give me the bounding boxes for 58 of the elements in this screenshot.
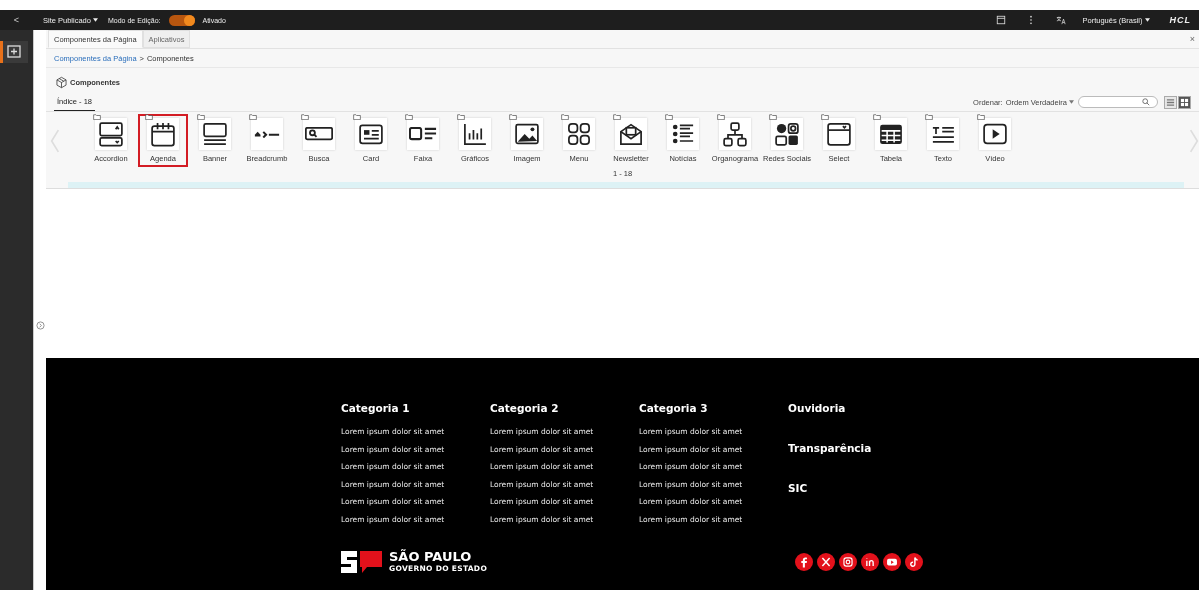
caret-icon — [1144, 18, 1150, 22]
footer-main-link[interactable]: Transparência — [788, 442, 937, 454]
folder-icon — [93, 114, 101, 120]
social-media-icon — [773, 120, 801, 148]
folder-icon — [873, 114, 881, 120]
edit-mode-toggle[interactable] — [168, 14, 195, 26]
folder-icon — [561, 114, 569, 120]
close-button[interactable]: × — [1185, 30, 1199, 48]
strip-icon — [409, 127, 437, 141]
folder-icon — [717, 114, 725, 120]
caret-icon — [1069, 100, 1074, 104]
footer-category-title: Categoria 2 — [490, 402, 560, 414]
footer-category-title: Categoria 3 — [639, 402, 709, 414]
grid-view-button[interactable] — [1178, 95, 1191, 109]
folder-icon — [301, 114, 309, 120]
list-view-button[interactable] — [1164, 95, 1177, 109]
back-button[interactable]: < — [0, 15, 33, 25]
folder-icon — [353, 114, 361, 120]
search-icon — [1142, 98, 1150, 106]
folder-icon — [197, 114, 205, 120]
grid-icon — [565, 120, 593, 148]
folder-icon — [457, 114, 465, 120]
calendar-icon — [149, 120, 177, 148]
banner-icon — [201, 120, 229, 148]
youtube-icon[interactable] — [883, 552, 901, 571]
facebook-icon[interactable] — [795, 552, 813, 571]
expand-icon[interactable] — [35, 320, 45, 330]
folder-icon — [509, 114, 517, 120]
instagram-icon[interactable] — [839, 552, 857, 571]
translate-icon — [1056, 15, 1067, 25]
search-field[interactable] — [1078, 96, 1158, 108]
cube-icon — [55, 76, 68, 89]
folder-icon — [821, 114, 829, 120]
x-icon[interactable] — [817, 552, 835, 571]
search-icon — [305, 127, 333, 141]
calendar-icon[interactable] — [996, 15, 1007, 25]
folder-icon — [769, 114, 777, 120]
accordion-icon — [97, 120, 125, 148]
folder-icon — [405, 114, 413, 120]
org-chart-icon — [721, 120, 749, 148]
folder-icon — [613, 114, 621, 120]
folder-icon — [977, 114, 985, 120]
logo-title: SÃO PAULO — [389, 550, 473, 565]
footer-category-title: Categoria 1 — [341, 402, 411, 414]
folder-icon — [145, 114, 153, 120]
caret-icon — [92, 18, 98, 22]
tiktok-icon[interactable] — [905, 552, 923, 571]
state-logo-icon — [341, 548, 385, 575]
breadcrumb-icon — [253, 129, 281, 139]
folder-icon — [249, 114, 257, 120]
add-panel-icon[interactable] — [0, 41, 28, 63]
linkedin-icon[interactable] — [861, 552, 879, 571]
folder-icon — [665, 114, 673, 120]
folder-icon — [925, 114, 933, 120]
dropdown-window-icon — [825, 120, 853, 148]
footer-main-link[interactable]: Ouvidoria — [788, 402, 937, 414]
logo: HCL — [1169, 15, 1191, 25]
footer-main-link[interactable]: SIC — [788, 482, 937, 494]
